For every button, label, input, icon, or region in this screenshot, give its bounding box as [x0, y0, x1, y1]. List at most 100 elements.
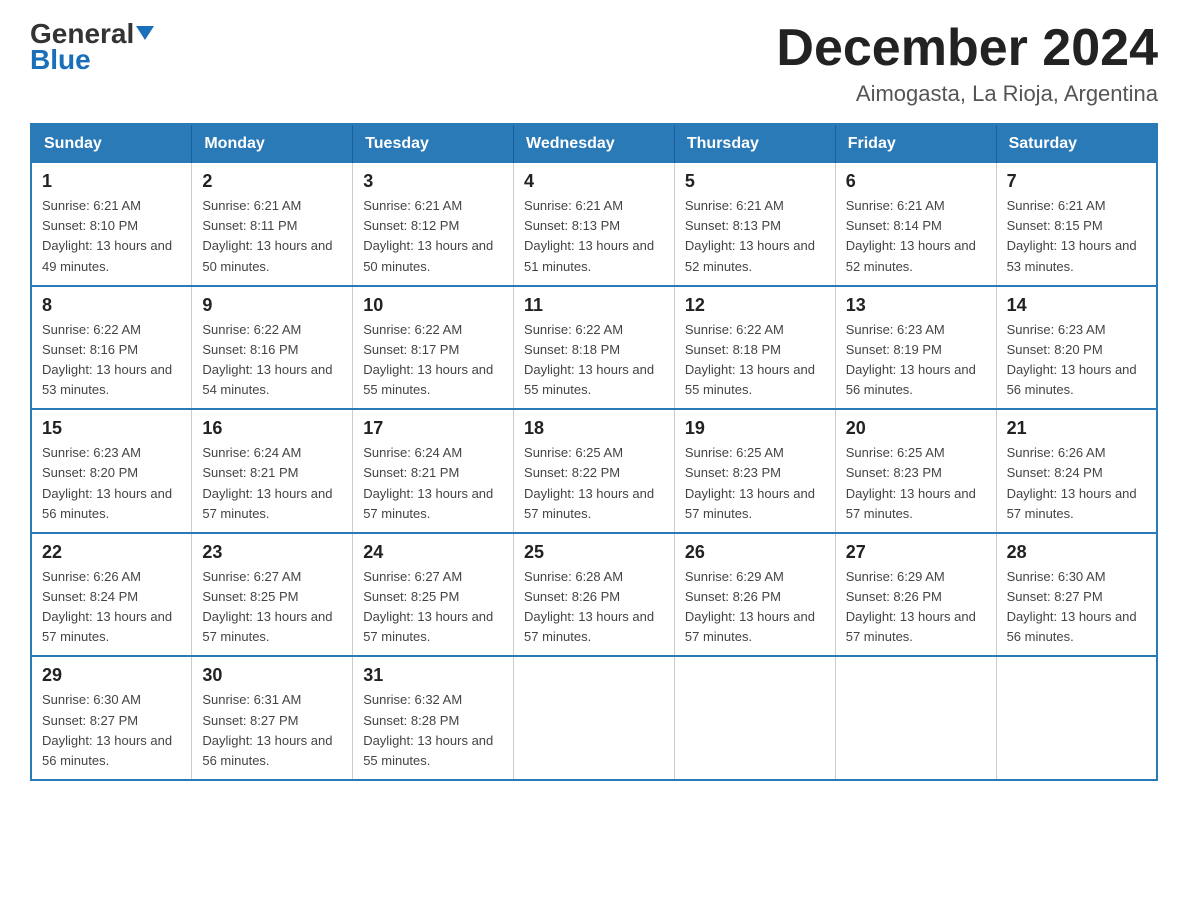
- day-info: Sunrise: 6:24 AM Sunset: 8:21 PM Dayligh…: [363, 443, 503, 524]
- sunset-label: Sunset: 8:27 PM: [202, 713, 298, 728]
- daylight-label: Daylight: 13 hours and 56 minutes.: [42, 733, 172, 768]
- day-number: 21: [1007, 418, 1146, 439]
- table-row: 21 Sunrise: 6:26 AM Sunset: 8:24 PM Dayl…: [996, 409, 1157, 533]
- sunrise-label: Sunrise: 6:30 AM: [42, 692, 141, 707]
- sunset-label: Sunset: 8:26 PM: [524, 589, 620, 604]
- daylight-label: Daylight: 13 hours and 50 minutes.: [363, 238, 493, 273]
- logo: General Blue: [30, 20, 154, 76]
- day-info: Sunrise: 6:21 AM Sunset: 8:15 PM Dayligh…: [1007, 196, 1146, 277]
- day-info: Sunrise: 6:22 AM Sunset: 8:18 PM Dayligh…: [524, 320, 664, 401]
- table-row: 20 Sunrise: 6:25 AM Sunset: 8:23 PM Dayl…: [835, 409, 996, 533]
- day-info: Sunrise: 6:21 AM Sunset: 8:12 PM Dayligh…: [363, 196, 503, 277]
- sunset-label: Sunset: 8:21 PM: [363, 465, 459, 480]
- sunset-label: Sunset: 8:23 PM: [685, 465, 781, 480]
- daylight-label: Daylight: 13 hours and 57 minutes.: [363, 609, 493, 644]
- day-number: 16: [202, 418, 342, 439]
- daylight-label: Daylight: 13 hours and 56 minutes.: [42, 486, 172, 521]
- table-row: 30 Sunrise: 6:31 AM Sunset: 8:27 PM Dayl…: [192, 656, 353, 780]
- day-info: Sunrise: 6:25 AM Sunset: 8:22 PM Dayligh…: [524, 443, 664, 524]
- sunset-label: Sunset: 8:16 PM: [42, 342, 138, 357]
- sunset-label: Sunset: 8:25 PM: [202, 589, 298, 604]
- day-info: Sunrise: 6:25 AM Sunset: 8:23 PM Dayligh…: [685, 443, 825, 524]
- day-number: 15: [42, 418, 181, 439]
- sunset-label: Sunset: 8:28 PM: [363, 713, 459, 728]
- sunset-label: Sunset: 8:19 PM: [846, 342, 942, 357]
- table-row: 25 Sunrise: 6:28 AM Sunset: 8:26 PM Dayl…: [514, 533, 675, 657]
- day-number: 8: [42, 295, 181, 316]
- title-section: December 2024 Aimogasta, La Rioja, Argen…: [776, 20, 1158, 107]
- sunset-label: Sunset: 8:23 PM: [846, 465, 942, 480]
- sunset-label: Sunset: 8:10 PM: [42, 218, 138, 233]
- day-number: 17: [363, 418, 503, 439]
- day-number: 18: [524, 418, 664, 439]
- sunrise-label: Sunrise: 6:21 AM: [42, 198, 141, 213]
- daylight-label: Daylight: 13 hours and 56 minutes.: [202, 733, 332, 768]
- table-row: 10 Sunrise: 6:22 AM Sunset: 8:17 PM Dayl…: [353, 286, 514, 410]
- table-row: 4 Sunrise: 6:21 AM Sunset: 8:13 PM Dayli…: [514, 163, 675, 286]
- day-number: 14: [1007, 295, 1146, 316]
- daylight-label: Daylight: 13 hours and 53 minutes.: [42, 362, 172, 397]
- sunrise-label: Sunrise: 6:29 AM: [685, 569, 784, 584]
- table-row: 14 Sunrise: 6:23 AM Sunset: 8:20 PM Dayl…: [996, 286, 1157, 410]
- daylight-label: Daylight: 13 hours and 51 minutes.: [524, 238, 654, 273]
- table-row: [996, 656, 1157, 780]
- sunset-label: Sunset: 8:13 PM: [685, 218, 781, 233]
- sunset-label: Sunset: 8:18 PM: [524, 342, 620, 357]
- day-number: 7: [1007, 171, 1146, 192]
- sunset-label: Sunset: 8:22 PM: [524, 465, 620, 480]
- calendar-week-row: 1 Sunrise: 6:21 AM Sunset: 8:10 PM Dayli…: [31, 163, 1157, 286]
- sunrise-label: Sunrise: 6:23 AM: [42, 445, 141, 460]
- sunrise-label: Sunrise: 6:29 AM: [846, 569, 945, 584]
- sunset-label: Sunset: 8:26 PM: [846, 589, 942, 604]
- table-row: [674, 656, 835, 780]
- day-info: Sunrise: 6:24 AM Sunset: 8:21 PM Dayligh…: [202, 443, 342, 524]
- day-info: Sunrise: 6:21 AM Sunset: 8:13 PM Dayligh…: [685, 196, 825, 277]
- table-row: 13 Sunrise: 6:23 AM Sunset: 8:19 PM Dayl…: [835, 286, 996, 410]
- calendar-title: December 2024: [776, 20, 1158, 77]
- table-row: 9 Sunrise: 6:22 AM Sunset: 8:16 PM Dayli…: [192, 286, 353, 410]
- day-info: Sunrise: 6:29 AM Sunset: 8:26 PM Dayligh…: [846, 567, 986, 648]
- sunrise-label: Sunrise: 6:25 AM: [846, 445, 945, 460]
- table-row: 3 Sunrise: 6:21 AM Sunset: 8:12 PM Dayli…: [353, 163, 514, 286]
- day-info: Sunrise: 6:26 AM Sunset: 8:24 PM Dayligh…: [1007, 443, 1146, 524]
- header-tuesday: Tuesday: [353, 124, 514, 163]
- table-row: 15 Sunrise: 6:23 AM Sunset: 8:20 PM Dayl…: [31, 409, 192, 533]
- sunset-label: Sunset: 8:17 PM: [363, 342, 459, 357]
- day-info: Sunrise: 6:32 AM Sunset: 8:28 PM Dayligh…: [363, 690, 503, 771]
- sunrise-label: Sunrise: 6:26 AM: [42, 569, 141, 584]
- day-number: 23: [202, 542, 342, 563]
- daylight-label: Daylight: 13 hours and 55 minutes.: [363, 362, 493, 397]
- calendar-subtitle: Aimogasta, La Rioja, Argentina: [776, 81, 1158, 107]
- day-number: 26: [685, 542, 825, 563]
- table-row: 28 Sunrise: 6:30 AM Sunset: 8:27 PM Dayl…: [996, 533, 1157, 657]
- daylight-label: Daylight: 13 hours and 53 minutes.: [1007, 238, 1137, 273]
- header-saturday: Saturday: [996, 124, 1157, 163]
- logo-triangle-icon: [136, 26, 154, 40]
- sunrise-label: Sunrise: 6:22 AM: [685, 322, 784, 337]
- table-row: [835, 656, 996, 780]
- day-number: 5: [685, 171, 825, 192]
- daylight-label: Daylight: 13 hours and 56 minutes.: [1007, 362, 1137, 397]
- day-info: Sunrise: 6:28 AM Sunset: 8:26 PM Dayligh…: [524, 567, 664, 648]
- sunset-label: Sunset: 8:24 PM: [1007, 465, 1103, 480]
- daylight-label: Daylight: 13 hours and 56 minutes.: [846, 362, 976, 397]
- day-info: Sunrise: 6:21 AM Sunset: 8:13 PM Dayligh…: [524, 196, 664, 277]
- day-info: Sunrise: 6:30 AM Sunset: 8:27 PM Dayligh…: [1007, 567, 1146, 648]
- table-row: 22 Sunrise: 6:26 AM Sunset: 8:24 PM Dayl…: [31, 533, 192, 657]
- day-number: 10: [363, 295, 503, 316]
- sunrise-label: Sunrise: 6:21 AM: [363, 198, 462, 213]
- sunrise-label: Sunrise: 6:21 AM: [202, 198, 301, 213]
- sunrise-label: Sunrise: 6:22 AM: [363, 322, 462, 337]
- day-number: 6: [846, 171, 986, 192]
- daylight-label: Daylight: 13 hours and 57 minutes.: [202, 486, 332, 521]
- day-info: Sunrise: 6:31 AM Sunset: 8:27 PM Dayligh…: [202, 690, 342, 771]
- table-row: 12 Sunrise: 6:22 AM Sunset: 8:18 PM Dayl…: [674, 286, 835, 410]
- table-row: 6 Sunrise: 6:21 AM Sunset: 8:14 PM Dayli…: [835, 163, 996, 286]
- day-number: 25: [524, 542, 664, 563]
- day-info: Sunrise: 6:29 AM Sunset: 8:26 PM Dayligh…: [685, 567, 825, 648]
- sunset-label: Sunset: 8:13 PM: [524, 218, 620, 233]
- sunrise-label: Sunrise: 6:25 AM: [685, 445, 784, 460]
- daylight-label: Daylight: 13 hours and 54 minutes.: [202, 362, 332, 397]
- calendar-week-row: 22 Sunrise: 6:26 AM Sunset: 8:24 PM Dayl…: [31, 533, 1157, 657]
- day-number: 29: [42, 665, 181, 686]
